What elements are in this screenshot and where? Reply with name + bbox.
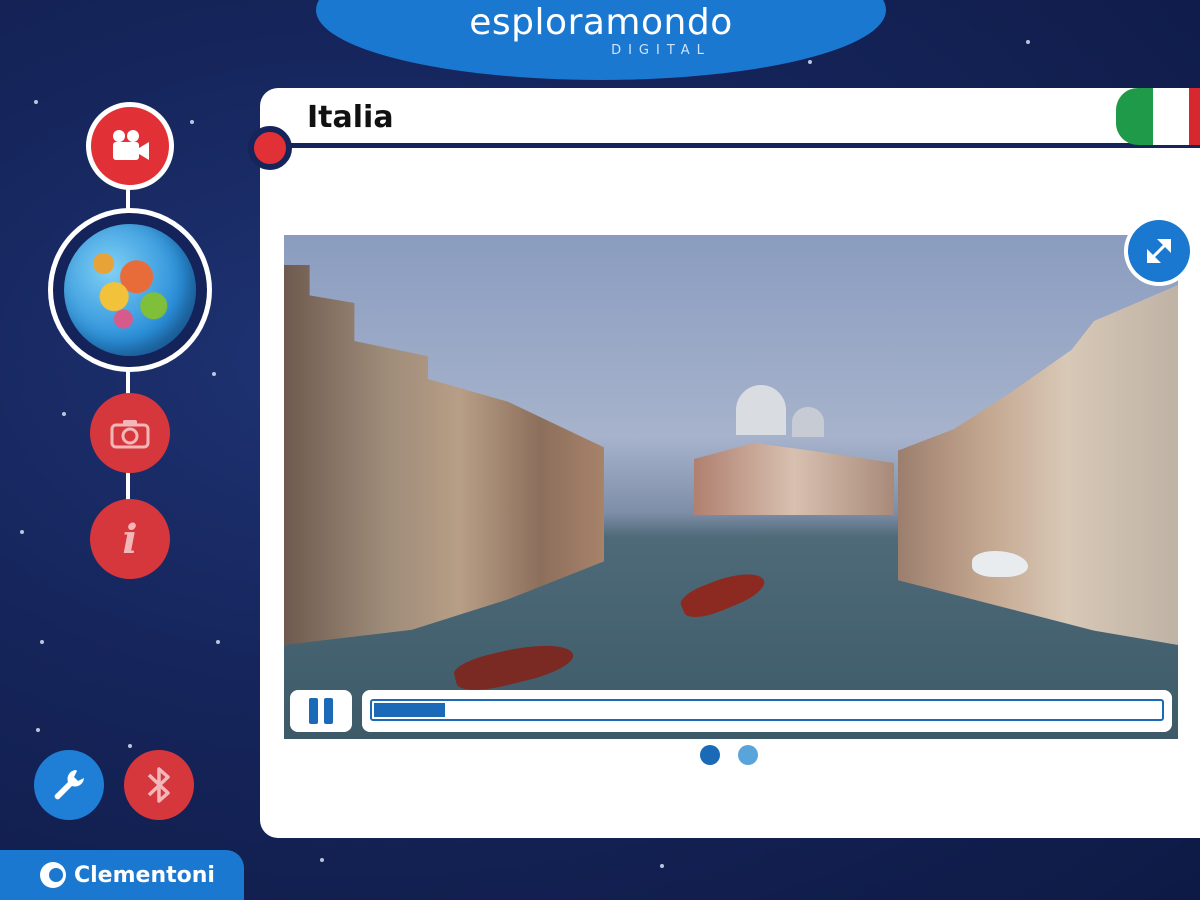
fullscreen-icon-bg bbox=[1128, 220, 1190, 282]
bluetooth-button[interactable] bbox=[124, 750, 194, 820]
settings-button[interactable] bbox=[34, 750, 104, 820]
star bbox=[320, 858, 324, 862]
flag-white-stripe bbox=[1152, 88, 1190, 145]
bluetooth-icon bbox=[147, 767, 170, 803]
wrench-icon bbox=[54, 770, 84, 800]
info-icon: i bbox=[122, 515, 138, 563]
star bbox=[808, 60, 812, 64]
video-dome bbox=[792, 407, 824, 437]
header-marker-dot bbox=[248, 126, 292, 170]
globe-button[interactable] bbox=[48, 208, 212, 372]
fullscreen-button[interactable] bbox=[1124, 216, 1194, 286]
star bbox=[40, 640, 44, 644]
video-button[interactable] bbox=[86, 102, 174, 190]
video-player[interactable] bbox=[284, 235, 1178, 739]
logo-text: esploramondo bbox=[469, 2, 733, 43]
italy-flag-icon bbox=[1116, 88, 1200, 145]
page-dot[interactable] bbox=[738, 745, 758, 765]
photo-button[interactable] bbox=[90, 393, 170, 473]
pause-button[interactable] bbox=[290, 690, 352, 732]
flag-green-stripe bbox=[1116, 88, 1153, 145]
star bbox=[1026, 40, 1030, 44]
brand-logo-icon bbox=[40, 862, 66, 888]
globe-icon bbox=[64, 224, 196, 356]
app-logo: esploramondo DIGITAL bbox=[316, 0, 886, 80]
star bbox=[36, 728, 40, 732]
flag-red-stripe bbox=[1189, 88, 1200, 145]
info-button[interactable]: i bbox=[90, 499, 170, 579]
card-header: Italia bbox=[260, 88, 1200, 148]
star bbox=[34, 100, 38, 104]
page-dot-active[interactable] bbox=[700, 745, 720, 765]
brand-footer: Clementoni bbox=[0, 850, 244, 900]
pause-icon-bar bbox=[309, 698, 318, 724]
logo-subtitle: DIGITAL bbox=[611, 43, 711, 58]
star bbox=[190, 120, 194, 124]
video-boat bbox=[677, 563, 769, 625]
progress-fill bbox=[374, 703, 445, 717]
star bbox=[20, 530, 24, 534]
video-buildings-left bbox=[284, 265, 604, 645]
content-card: Italia bbox=[260, 88, 1200, 838]
video-camera-icon bbox=[113, 130, 149, 160]
star bbox=[216, 640, 220, 644]
star bbox=[128, 744, 132, 748]
brand-name: Clementoni bbox=[74, 862, 215, 888]
star bbox=[660, 864, 664, 868]
video-dome bbox=[736, 385, 786, 435]
video-skyline bbox=[694, 443, 894, 515]
pause-icon-bar bbox=[324, 698, 333, 724]
fullscreen-icon bbox=[1147, 239, 1171, 263]
video-buildings-right bbox=[898, 285, 1178, 645]
camera-icon bbox=[110, 420, 150, 449]
star bbox=[62, 412, 66, 416]
progress-bar[interactable] bbox=[362, 690, 1172, 732]
star bbox=[212, 372, 216, 376]
page-indicator bbox=[700, 745, 758, 765]
progress-track[interactable] bbox=[370, 699, 1164, 721]
video-controls bbox=[284, 685, 1178, 739]
page-title: Italia bbox=[307, 100, 394, 135]
